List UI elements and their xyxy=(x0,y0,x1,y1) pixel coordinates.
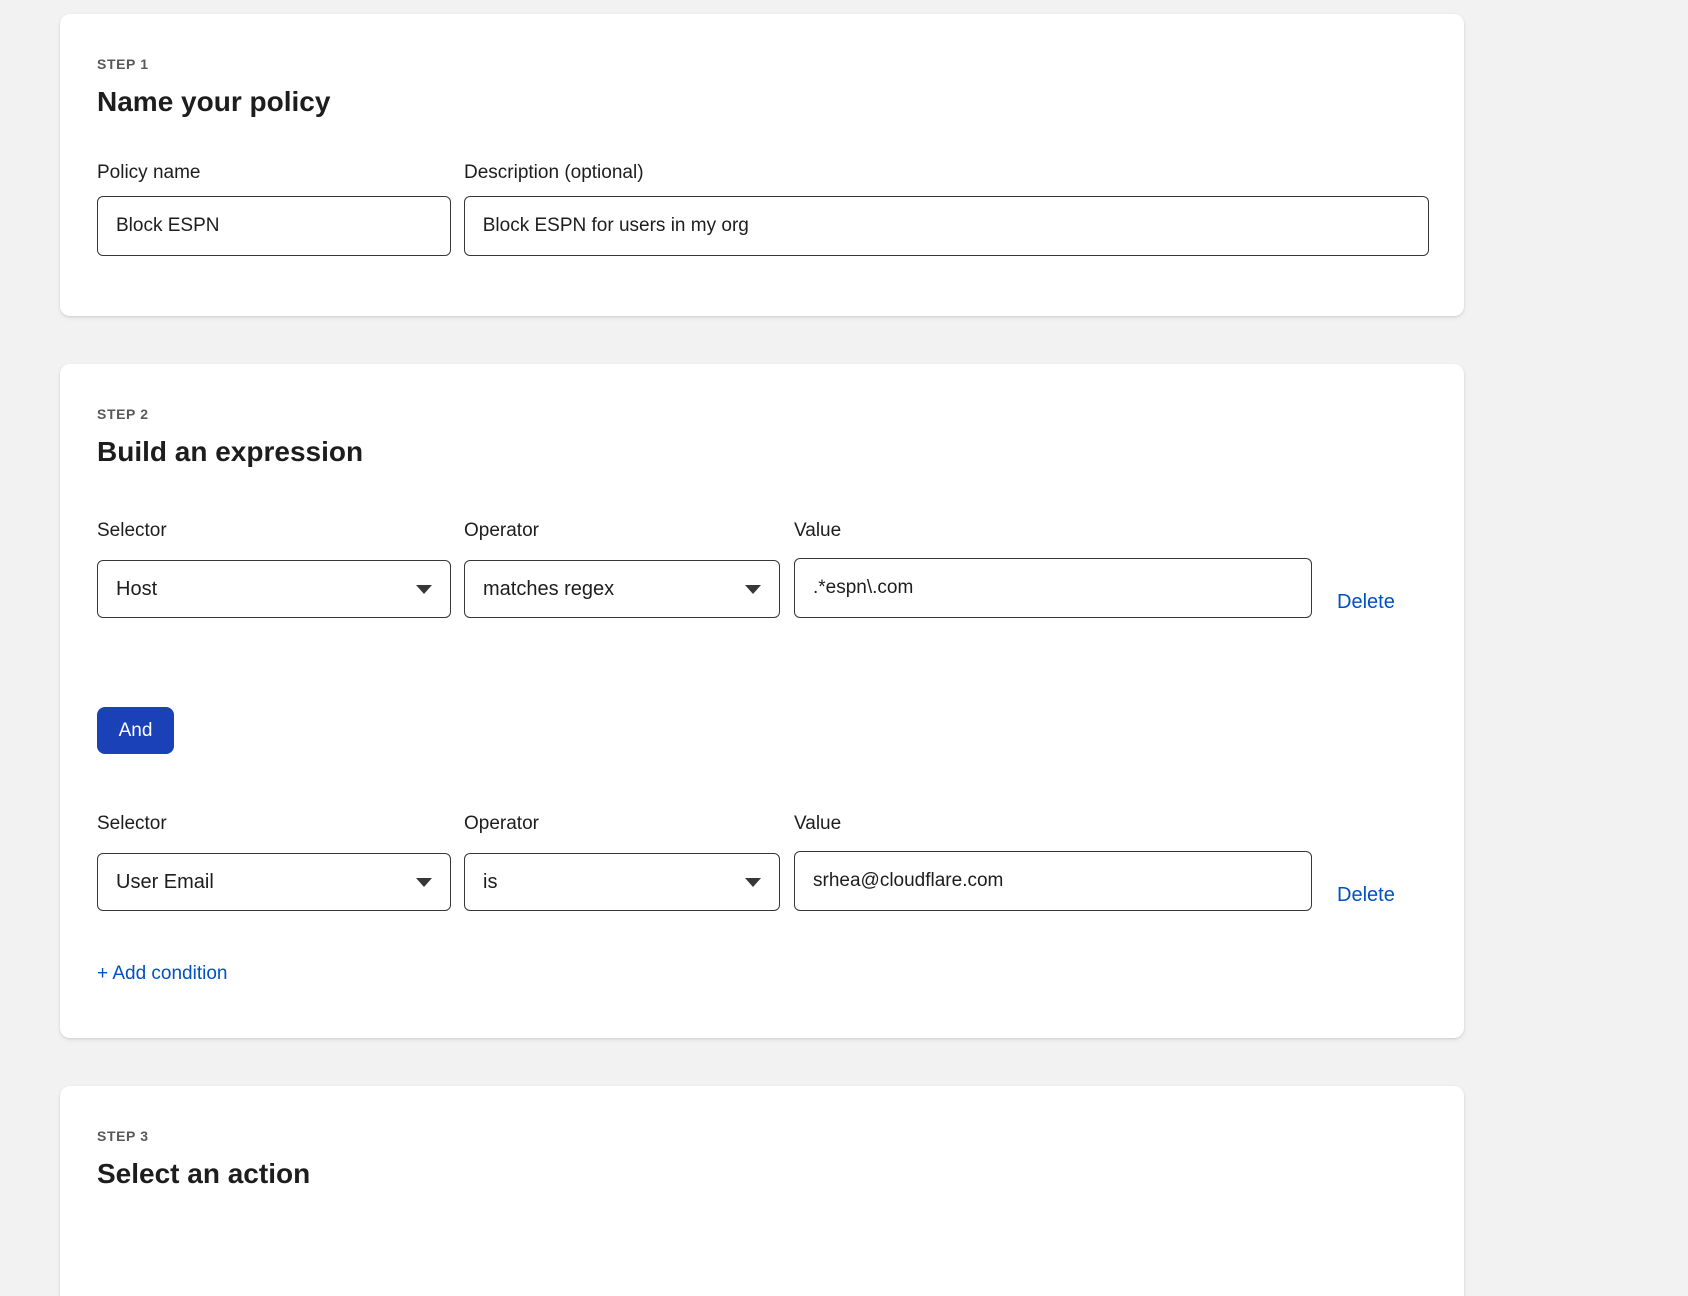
operator-dropdown-value: is xyxy=(483,871,497,894)
selector-dropdown-value: User Email xyxy=(116,871,214,894)
selector-dropdown-value: Host xyxy=(116,578,157,601)
operator-dropdown[interactable]: is xyxy=(464,853,780,911)
selector-dropdown[interactable]: Host xyxy=(97,560,451,618)
policy-name-label: Policy name xyxy=(97,162,451,184)
step3-title: Select an action xyxy=(97,1158,1429,1190)
selector-column-label: Selector xyxy=(97,813,451,835)
condition-row: Host matches regex Delete xyxy=(97,558,1429,618)
value-input[interactable] xyxy=(794,851,1312,911)
operator-column-label: Operator xyxy=(464,813,780,835)
operator-dropdown-value: matches regex xyxy=(483,578,614,601)
chevron-down-icon xyxy=(745,585,761,594)
policy-name-input[interactable] xyxy=(97,196,451,256)
step1-label: STEP 1 xyxy=(97,56,1429,72)
step1-card: STEP 1 Name your policy Policy name Desc… xyxy=(60,14,1464,316)
value-column-label: Value xyxy=(794,813,1312,835)
delete-condition-link[interactable]: Delete xyxy=(1337,884,1395,907)
chevron-down-icon xyxy=(416,878,432,887)
description-label: Description (optional) xyxy=(464,162,644,184)
description-input[interactable] xyxy=(464,196,1429,256)
condition-row: User Email is Delete xyxy=(97,851,1429,911)
and-button[interactable]: And xyxy=(97,707,174,754)
step2-label: STEP 2 xyxy=(97,406,1429,422)
step3-card: STEP 3 Select an action xyxy=(60,1086,1464,1296)
add-condition-link[interactable]: + Add condition xyxy=(97,963,227,985)
chevron-down-icon xyxy=(745,878,761,887)
selector-column-label: Selector xyxy=(97,520,451,542)
value-column-label: Value xyxy=(794,520,1312,542)
chevron-down-icon xyxy=(416,585,432,594)
selector-dropdown[interactable]: User Email xyxy=(97,853,451,911)
operator-dropdown[interactable]: matches regex xyxy=(464,560,780,618)
step3-label: STEP 3 xyxy=(97,1128,1429,1144)
value-input[interactable] xyxy=(794,558,1312,618)
step1-title: Name your policy xyxy=(97,86,1429,118)
operator-column-label: Operator xyxy=(464,520,780,542)
step2-card: STEP 2 Build an expression Selector Oper… xyxy=(60,364,1464,1038)
delete-condition-link[interactable]: Delete xyxy=(1337,591,1395,614)
step2-title: Build an expression xyxy=(97,436,1429,468)
